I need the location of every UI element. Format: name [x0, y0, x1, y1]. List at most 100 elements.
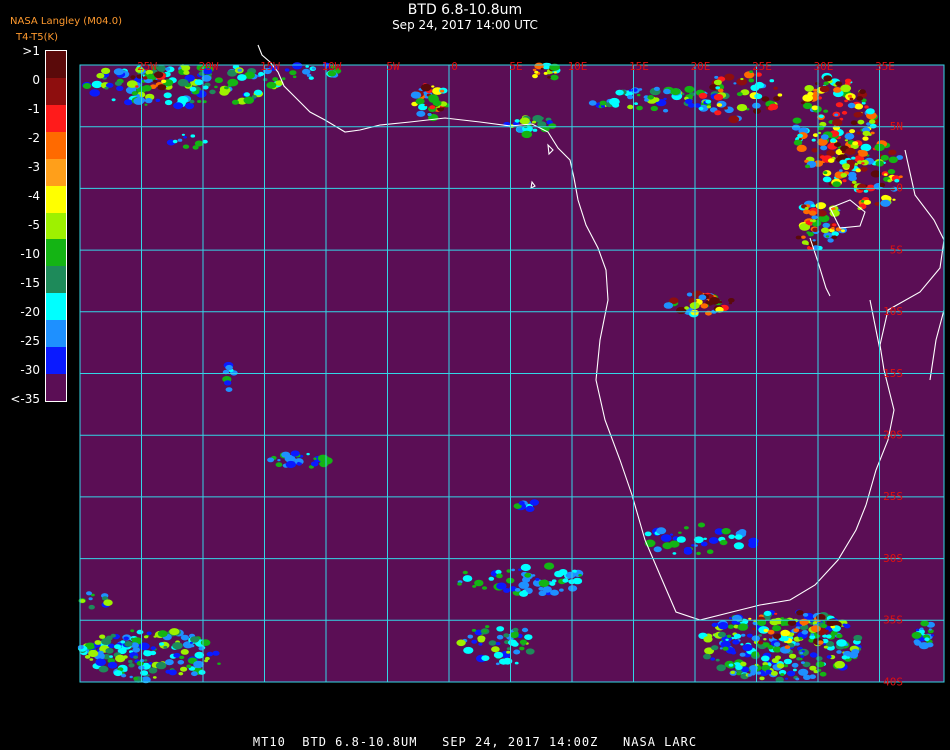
cloud-pixel — [172, 642, 183, 650]
cloud-pixel — [109, 655, 113, 658]
cloud-pixel — [113, 670, 123, 677]
cloud-pixel — [272, 77, 279, 82]
cloud-pixel — [840, 173, 848, 178]
cloud-pixel — [713, 93, 724, 101]
cloud-pixel — [519, 639, 528, 645]
cloud-pixel — [482, 629, 488, 633]
cloud-pixel — [177, 78, 189, 87]
cloud-pixel — [627, 94, 634, 100]
cloud-pixel — [289, 70, 297, 76]
cloud-pixel — [888, 156, 898, 164]
cloud-pixel — [804, 164, 811, 169]
cloud-pixel — [189, 99, 195, 104]
cloud-pixel — [781, 636, 789, 642]
cloud-pixel — [771, 658, 779, 664]
cloud-pixel — [538, 586, 544, 591]
cloud-pixel — [801, 631, 806, 634]
cloud-pixel — [94, 640, 102, 645]
cloud-pixel — [513, 649, 521, 655]
cloud-pixel — [510, 632, 519, 639]
cloud-pixel — [784, 645, 791, 649]
cloud-pixel — [783, 664, 789, 668]
cloud-pixel — [532, 74, 538, 79]
cloud-pixel — [155, 98, 161, 102]
cloud-pixel — [802, 94, 814, 102]
cloud-pixel — [767, 629, 775, 635]
cloud-pixel — [520, 563, 531, 572]
cloud-pixel — [462, 575, 473, 582]
cloud-pixel — [237, 74, 247, 81]
cloud-pixel — [715, 86, 720, 90]
cloud-pixel — [926, 642, 934, 648]
cloud-pixel — [214, 85, 218, 89]
cloud-pixel — [726, 634, 732, 638]
cloud-pixel — [177, 138, 183, 142]
cloud-pixel — [863, 199, 872, 205]
cloud-pixel — [827, 158, 835, 163]
cloud-pixel — [512, 627, 519, 632]
cloud-pixel — [844, 133, 855, 140]
cloud-pixel — [481, 586, 488, 590]
cloud-pixel — [539, 116, 544, 120]
cloud-pixel — [183, 136, 188, 139]
legend-label: -20 — [20, 305, 40, 319]
cloud-pixel — [730, 670, 735, 675]
cloud-pixel — [723, 106, 728, 110]
cloud-pixel — [511, 568, 515, 572]
cloud-pixel — [524, 572, 532, 578]
cloud-pixel — [165, 659, 174, 666]
cloud-pixel — [628, 89, 632, 92]
cloud-pixel — [173, 102, 184, 110]
cloud-pixel — [737, 623, 749, 631]
cloud-pixel — [115, 654, 126, 663]
longitude-label: 20W — [199, 60, 219, 73]
cloud-pixel — [277, 459, 281, 462]
cloud-pixel — [756, 671, 762, 675]
cloud-pixel — [114, 644, 122, 650]
cloud-pixel — [99, 634, 106, 639]
cloud-pixel — [559, 588, 564, 592]
cloud-pixel — [148, 667, 158, 674]
cloud-pixel — [178, 672, 184, 676]
cloud-pixel — [202, 85, 209, 90]
cloud-pixel — [107, 661, 118, 669]
cloud-pixel — [521, 130, 533, 139]
cloud-pixel — [219, 89, 230, 96]
cloud-pixel — [143, 659, 148, 662]
cloud-pixel — [496, 634, 504, 640]
cloud-pixel — [507, 639, 517, 646]
cloud-pixel — [194, 140, 204, 147]
cloud-pixel — [77, 645, 84, 650]
cloud-pixel — [798, 138, 802, 141]
cloud-pixel — [184, 102, 195, 110]
cloud-pixel — [95, 658, 107, 666]
cloud-pixel — [142, 85, 152, 92]
cloud-pixel — [799, 651, 804, 655]
cloud-pixel — [857, 183, 867, 191]
cloud-pixel — [168, 669, 177, 676]
longitude-label: 35E — [875, 60, 895, 73]
cloud-pixel — [653, 97, 660, 102]
cloud-pixel — [190, 644, 195, 648]
cloud-pixel — [627, 104, 634, 110]
cloud-pixel — [644, 531, 652, 537]
cloud-pixel — [817, 210, 827, 217]
cloud-pixel — [128, 659, 133, 664]
latitude-label: 5S — [890, 243, 903, 256]
longitude-label: 15W — [260, 60, 280, 73]
legend-label: >1 — [22, 44, 40, 58]
cloud-pixel — [772, 625, 782, 632]
cloud-pixel — [153, 635, 157, 638]
cloud-pixel — [698, 106, 704, 111]
cloud-pixel — [742, 644, 753, 652]
cloud-pixel — [312, 67, 316, 70]
cloud-pixel — [82, 83, 92, 89]
cloud-pixel — [820, 623, 828, 629]
cloud-pixel — [495, 569, 502, 575]
legend-swatch — [46, 51, 66, 79]
cloud-pixel — [722, 646, 729, 651]
cloud-pixel — [812, 239, 816, 242]
cloud-pixel — [818, 114, 824, 119]
cloud-pixel — [164, 99, 173, 106]
cloud-pixel — [161, 79, 167, 84]
